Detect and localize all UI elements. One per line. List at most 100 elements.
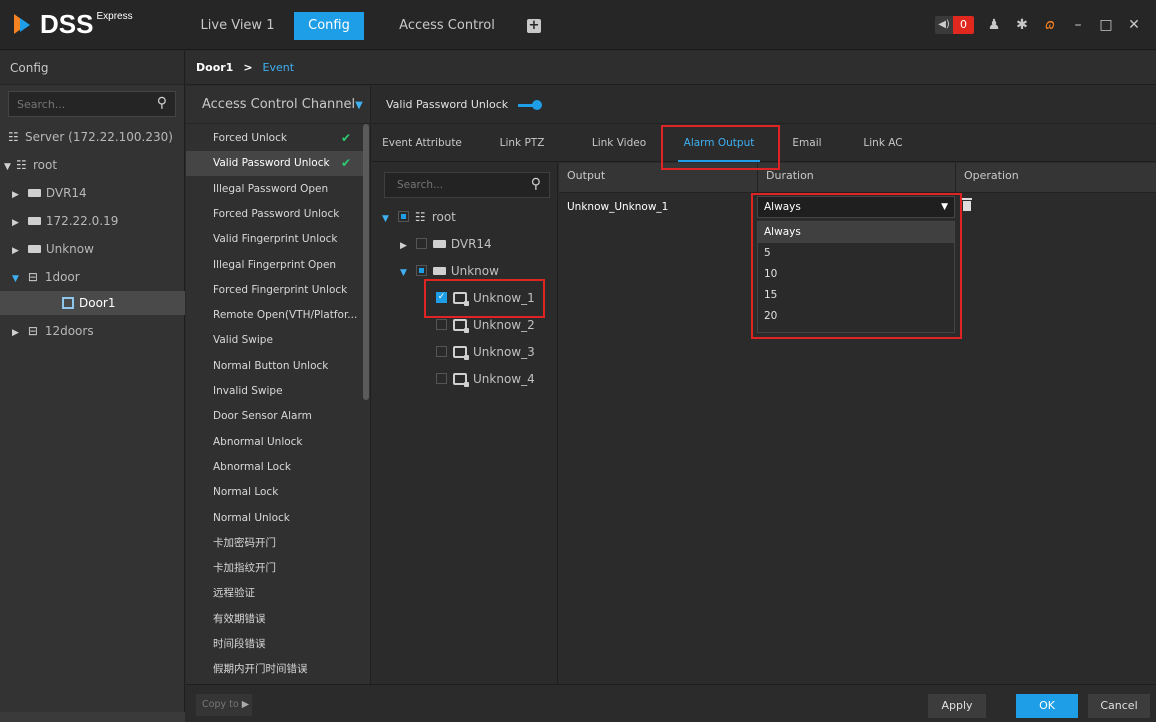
event-list-item[interactable]: Valid Swipe [186, 328, 363, 353]
event-list-scrollbar[interactable] [363, 124, 369, 400]
channel-selector[interactable]: Access Control Channel▼ [186, 86, 371, 124]
event-list-item[interactable]: Abnormal Lock [186, 455, 363, 480]
apply-button[interactable]: Apply [928, 694, 986, 718]
tab-event-attribute[interactable]: Event Attribute [376, 124, 468, 162]
search-icon[interactable]: ⚲ [531, 176, 541, 192]
event-list-item[interactable]: Illegal Password Open [186, 177, 363, 202]
node-checkbox[interactable] [415, 265, 427, 276]
user-icon[interactable]: ♟ [986, 17, 1002, 33]
expand-right-icon[interactable]: ▶ [12, 239, 24, 263]
tab-link-ptz[interactable]: Link PTZ [490, 124, 554, 162]
node-checkbox[interactable] [397, 211, 409, 222]
event-list-item[interactable]: Remote Open(VTH/Platfor... [186, 303, 363, 328]
tab-link-ac[interactable]: Link AC [852, 124, 914, 162]
event-list-item[interactable]: 卡加密码开门 [186, 531, 363, 556]
tab-access-control[interactable]: Access Control [392, 12, 502, 40]
add-tab-icon[interactable]: + [527, 19, 541, 33]
event-list-item[interactable]: Invalid Swipe [186, 379, 363, 404]
node-checkbox[interactable] [436, 373, 447, 384]
tab-link-video[interactable]: Link Video [582, 124, 656, 162]
ok-button[interactable]: OK [1016, 694, 1078, 718]
tree-node-door1[interactable]: Door1 [0, 291, 185, 315]
event-list-item[interactable]: Abnormal Unlock [186, 430, 363, 455]
tab-email[interactable]: Email [782, 124, 832, 162]
device-node-dvr14[interactable]: ▶ DVR14 [400, 231, 492, 258]
event-list-item[interactable]: Normal Unlock [186, 506, 363, 531]
tree-node-server[interactable]: ☷ Server (172.22.100.230) [0, 125, 185, 149]
cancel-button[interactable]: Cancel [1088, 694, 1150, 718]
duration-option[interactable]: Always [758, 222, 954, 243]
output-cell: Unknow_Unknow_1 [567, 201, 669, 213]
event-list-item[interactable]: Illegal Fingerprint Open [186, 253, 363, 278]
event-list-item[interactable]: Forced Password Unlock [186, 202, 363, 227]
event-list-item[interactable]: 假期内开门时间错误 [186, 657, 363, 682]
table-row[interactable]: Unknow_Unknow_1 Always ▼ [559, 194, 1156, 220]
expand-down-icon[interactable]: ▼ [4, 155, 16, 179]
delete-icon[interactable] [962, 198, 972, 211]
expand-right-icon[interactable]: ▶ [400, 233, 412, 260]
node-checkbox[interactable] [436, 319, 447, 330]
event-list-item[interactable]: 卡加指纹开门 [186, 556, 363, 581]
tree-node-172[interactable]: ▶ 172.22.0.19 [0, 209, 185, 233]
device-node-unknow-4[interactable]: Unknow_4 [436, 366, 535, 393]
tab-live-view[interactable]: Live View 1 [190, 12, 285, 40]
device-search-input[interactable] [385, 173, 515, 197]
event-list-item[interactable]: 远程验证 [186, 581, 363, 606]
event-list-item[interactable]: 时间段错误 [186, 632, 363, 657]
device-node-unknow-1[interactable]: ✓ Unknow_1 [436, 285, 535, 312]
device-icon [27, 188, 41, 197]
event-list-item[interactable]: Normal Button Unlock [186, 354, 363, 379]
expand-down-icon[interactable]: ▼ [12, 267, 24, 291]
expand-down-icon[interactable]: ▼ [400, 260, 412, 287]
device-node-unknow[interactable]: ▼ Unknow [400, 258, 499, 285]
duration-option[interactable]: 5 [758, 243, 954, 264]
duration-option[interactable]: 15 [758, 285, 954, 306]
node-checkbox[interactable] [436, 346, 447, 357]
node-checkbox[interactable] [415, 238, 427, 249]
device-icon [27, 216, 41, 225]
performance-gauge-icon[interactable]: ɷ [1042, 17, 1058, 33]
event-list-item[interactable]: Forced Unlock ✔ [186, 126, 363, 151]
tree-node-dvr14[interactable]: ▶ DVR14 [0, 181, 185, 205]
event-list-item[interactable]: Valid Password Unlock ✔ [186, 151, 363, 177]
event-list-item[interactable]: Forced Fingerprint Unlock [186, 278, 363, 303]
copy-to-button[interactable]: Copy to ▶ [196, 694, 252, 716]
minimize-icon[interactable]: – [1070, 17, 1086, 33]
event-list-item[interactable]: Valid Fingerprint Unlock [186, 227, 363, 252]
maximize-icon[interactable]: □ [1098, 17, 1114, 33]
tab-config[interactable]: Config [294, 12, 364, 40]
tree-node-unknow[interactable]: ▶ Unknow [0, 237, 185, 261]
event-list-item[interactable]: Door Sensor Alarm [186, 404, 363, 429]
sidebar-title: Config [0, 51, 184, 85]
device-node-root[interactable]: ▼ ☷ root [382, 204, 456, 231]
tree-node-1door[interactable]: ▼ ⊟ 1door [0, 265, 185, 289]
close-icon[interactable]: ✕ [1126, 17, 1142, 33]
device-node-unknow-2[interactable]: Unknow_2 [436, 312, 535, 339]
expand-down-icon[interactable]: ▼ [382, 206, 394, 233]
expand-right-icon[interactable]: ▶ [12, 321, 24, 345]
tree-node-root[interactable]: ▼ ☷ root [0, 153, 185, 177]
tree-node-label: Door1 [79, 296, 116, 310]
event-list-panel: Access Control Channel▼ Forced Unlock ✔ Va… [186, 86, 371, 684]
duration-select[interactable]: Always ▼ [757, 196, 955, 218]
event-enable-toggle[interactable] [518, 99, 543, 111]
sidebar-search-input[interactable] [9, 92, 149, 116]
expand-right-icon[interactable]: ▶ [12, 183, 24, 207]
event-list-item[interactable]: 有效期错误 [186, 607, 363, 632]
device-icon [432, 239, 446, 248]
duration-option[interactable]: 10 [758, 264, 954, 285]
alarm-indicator[interactable]: ◀) 0 [935, 16, 974, 34]
tab-alarm-output[interactable]: Alarm Output [668, 124, 770, 162]
search-icon[interactable]: ⚲ [157, 95, 167, 111]
title-bar: DSS Express Live View 1 Config Access Co… [0, 0, 1156, 50]
device-node-unknow-3[interactable]: Unknow_3 [436, 339, 535, 366]
event-label: Abnormal Unlock [213, 435, 303, 448]
gear-icon[interactable]: ✱ [1014, 17, 1030, 33]
duration-option[interactable]: 20 [758, 306, 954, 327]
table-header: Output Duration Operation [559, 163, 1156, 193]
expand-right-icon[interactable]: ▶ [12, 211, 24, 235]
event-list-item[interactable]: Normal Lock [186, 480, 363, 505]
tree-node-12doors[interactable]: ▶ ⊟ 12doors [0, 319, 185, 343]
node-checkbox-checked[interactable]: ✓ [436, 292, 447, 303]
breadcrumb-door[interactable]: Door1 [196, 61, 233, 74]
